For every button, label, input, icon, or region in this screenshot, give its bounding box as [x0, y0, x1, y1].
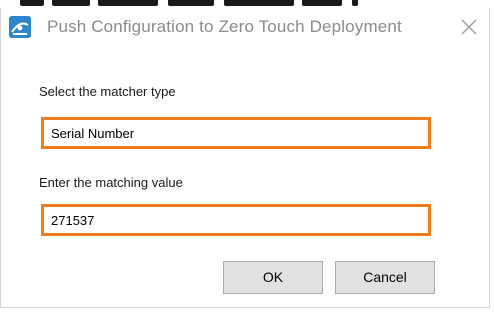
matcher-type-value: Serial Number — [51, 126, 135, 141]
push-configuration-dialog: Push Configuration to Zero Touch Deploym… — [0, 8, 490, 308]
matching-value-label: Enter the matching value — [39, 175, 183, 190]
matcher-type-field[interactable]: Serial Number — [41, 117, 431, 149]
screenshot: Push Configuration to Zero Touch Deploym… — [0, 0, 494, 314]
close-button[interactable] — [455, 14, 483, 40]
ok-button[interactable]: OK — [223, 261, 323, 294]
zero-touch-deployment-app-icon — [9, 16, 31, 38]
cancel-button[interactable]: Cancel — [335, 261, 435, 294]
close-icon — [461, 19, 477, 35]
matcher-type-label: Select the matcher type — [39, 84, 176, 99]
matching-value-input-value: 271537 — [51, 213, 95, 228]
dialog-title: Push Configuration to Zero Touch Deploym… — [47, 17, 402, 36]
title-bar: Push Configuration to Zero Touch Deploym… — [1, 8, 489, 48]
matching-value-field[interactable]: 271537 — [41, 204, 431, 236]
